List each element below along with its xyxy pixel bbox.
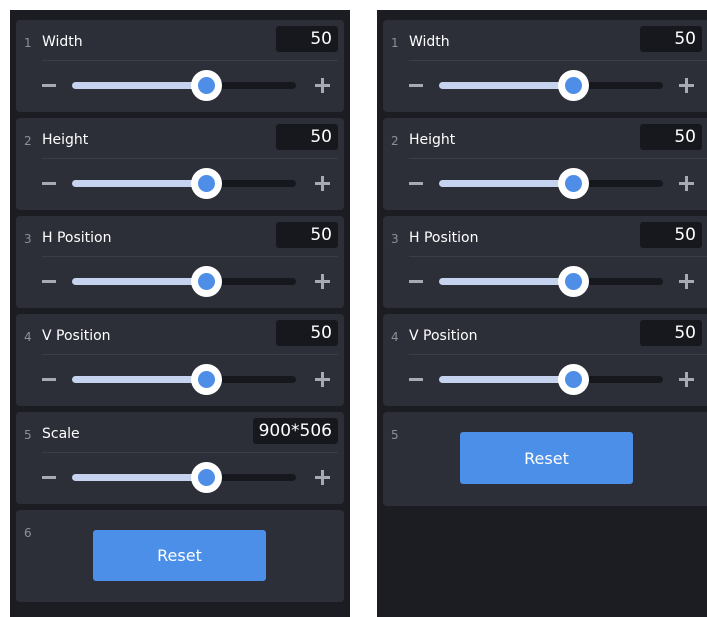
setting-label: Width (42, 34, 83, 50)
row-index: 1 (24, 36, 32, 50)
slider-thumb[interactable] (558, 364, 590, 395)
row-index: 4 (391, 330, 399, 344)
row-index: 4 (24, 330, 32, 344)
divider (42, 354, 338, 355)
setting-row-scale: 5 Scale 900*506 (16, 412, 344, 504)
slider-fill (439, 180, 574, 187)
row-index: 3 (24, 232, 32, 246)
height-slider[interactable] (72, 168, 296, 199)
divider (409, 354, 707, 355)
height-slider[interactable] (439, 168, 663, 199)
left-settings-panel: 1 Width 50 2 Height 50 3 H Position 50 4… (10, 10, 350, 617)
setting-label: Scale (42, 426, 80, 442)
plus-icon[interactable] (315, 176, 330, 191)
row-index: 5 (24, 428, 32, 442)
plus-icon[interactable] (315, 470, 330, 485)
plus-icon[interactable] (679, 372, 694, 387)
slider-thumb[interactable] (558, 70, 590, 101)
setting-row-reset: 6 Reset (16, 510, 344, 602)
setting-label: Width (409, 34, 450, 50)
row-index: 5 (391, 428, 399, 442)
slider-fill (72, 376, 207, 383)
minus-icon[interactable] (42, 476, 56, 479)
setting-row-v-position: 4 V Position 50 (16, 314, 344, 406)
minus-icon[interactable] (409, 182, 423, 185)
plus-icon[interactable] (679, 274, 694, 289)
slider-fill (439, 376, 574, 383)
v-position-value-field[interactable]: 50 (276, 320, 338, 346)
row-index: 2 (24, 134, 32, 148)
divider (409, 256, 707, 257)
minus-icon[interactable] (42, 182, 56, 185)
width-slider[interactable] (439, 70, 663, 101)
divider (409, 158, 707, 159)
slider-fill (72, 474, 207, 481)
divider (42, 158, 338, 159)
width-value-field[interactable]: 50 (640, 26, 702, 52)
right-settings-panel: 1 Width 50 2 Height 50 3 H Position 50 4… (377, 10, 707, 617)
plus-icon[interactable] (315, 78, 330, 93)
plus-icon[interactable] (315, 372, 330, 387)
divider (42, 452, 338, 453)
v-position-slider[interactable] (439, 364, 663, 395)
scale-slider[interactable] (72, 462, 296, 493)
minus-icon[interactable] (42, 84, 56, 87)
setting-label: H Position (409, 230, 479, 246)
row-index: 3 (391, 232, 399, 246)
h-position-slider[interactable] (72, 266, 296, 297)
divider (409, 60, 707, 61)
setting-row-height: 2 Height 50 (383, 118, 707, 210)
width-slider[interactable] (72, 70, 296, 101)
setting-label: H Position (42, 230, 112, 246)
setting-row-width: 1 Width 50 (16, 20, 344, 112)
setting-label: Height (42, 132, 89, 148)
divider (42, 60, 338, 61)
minus-icon[interactable] (409, 378, 423, 381)
slider-thumb[interactable] (558, 168, 590, 199)
row-index: 2 (391, 134, 399, 148)
row-index: 6 (24, 526, 32, 540)
slider-thumb[interactable] (191, 266, 223, 297)
minus-icon[interactable] (42, 378, 56, 381)
minus-icon[interactable] (42, 280, 56, 283)
slider-thumb[interactable] (558, 266, 590, 297)
scale-value-field[interactable]: 900*506 (252, 418, 338, 444)
height-value-field[interactable]: 50 (640, 124, 702, 150)
reset-button[interactable]: Reset (460, 432, 633, 484)
height-value-field[interactable]: 50 (276, 124, 338, 150)
divider (42, 256, 338, 257)
setting-row-h-position: 3 H Position 50 (16, 216, 344, 308)
plus-icon[interactable] (679, 78, 694, 93)
slider-thumb[interactable] (191, 168, 223, 199)
slider-thumb[interactable] (191, 364, 223, 395)
setting-row-width: 1 Width 50 (383, 20, 707, 112)
slider-thumb[interactable] (191, 70, 223, 101)
slider-fill (72, 278, 207, 285)
slider-fill (439, 278, 574, 285)
slider-fill (439, 82, 574, 89)
slider-fill (72, 180, 207, 187)
h-position-slider[interactable] (439, 266, 663, 297)
plus-icon[interactable] (315, 274, 330, 289)
setting-row-reset: 5 Reset (383, 412, 707, 506)
slider-fill (72, 82, 207, 89)
h-position-value-field[interactable]: 50 (640, 222, 702, 248)
h-position-value-field[interactable]: 50 (276, 222, 338, 248)
setting-label: V Position (409, 328, 478, 344)
v-position-slider[interactable] (72, 364, 296, 395)
minus-icon[interactable] (409, 280, 423, 283)
plus-icon[interactable] (679, 176, 694, 191)
slider-thumb[interactable] (191, 462, 223, 493)
row-index: 1 (391, 36, 399, 50)
minus-icon[interactable] (409, 84, 423, 87)
v-position-value-field[interactable]: 50 (640, 320, 702, 346)
setting-label: V Position (42, 328, 111, 344)
setting-row-height: 2 Height 50 (16, 118, 344, 210)
reset-button[interactable]: Reset (93, 530, 266, 581)
setting-row-v-position: 4 V Position 50 (383, 314, 707, 406)
setting-row-h-position: 3 H Position 50 (383, 216, 707, 308)
width-value-field[interactable]: 50 (276, 26, 338, 52)
setting-label: Height (409, 132, 456, 148)
